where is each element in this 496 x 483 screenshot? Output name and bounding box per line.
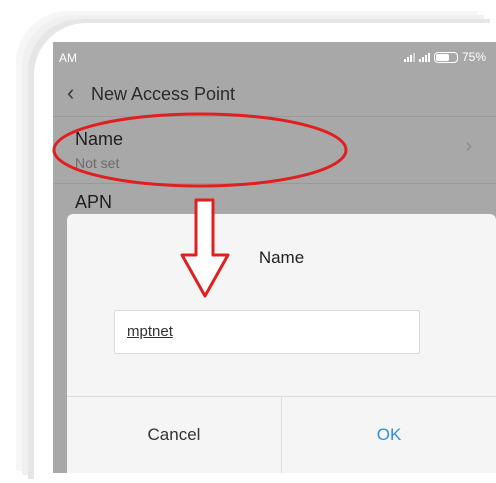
down-arrow-annotation: [180, 198, 230, 298]
annotation-overlay: [52, 112, 348, 298]
highlight-ellipse: [52, 112, 348, 188]
